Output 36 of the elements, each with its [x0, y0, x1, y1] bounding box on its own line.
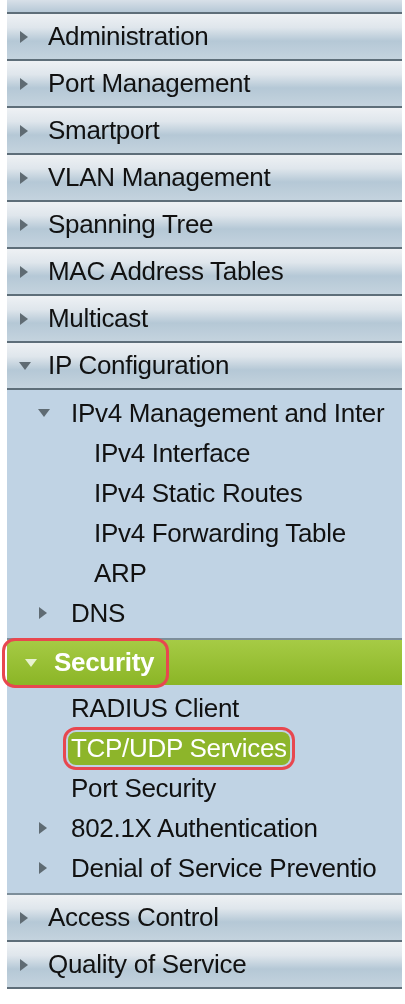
menu-item[interactable]: VLAN Management [7, 155, 402, 202]
menu-item[interactable]: Multicast [7, 296, 402, 343]
caret-right-icon [19, 30, 29, 43]
caret-right-icon [19, 77, 29, 90]
submenu-item[interactable]: IPv4 Forwarding Table [91, 516, 349, 550]
caret-right-icon [19, 958, 29, 971]
caret-right-icon [19, 265, 29, 278]
menu-item[interactable]: Access Control [7, 895, 402, 942]
menu-item[interactable]: Quality of Service [7, 942, 402, 989]
caret-right-icon [19, 218, 29, 231]
submenu-item[interactable]: Port Security [68, 771, 219, 805]
caret-down-icon [19, 360, 31, 371]
menu-item[interactable]: Smartport [7, 108, 402, 155]
menu-item[interactable]: Spanning Tree [7, 202, 402, 249]
menu-item[interactable]: IP Configuration [7, 343, 402, 390]
caret-right-icon [38, 822, 48, 834]
menu-item[interactable]: MAC Address Tables [7, 249, 402, 296]
menu-item[interactable]: Port Management [7, 61, 402, 108]
submenu-item[interactable]: IPv4 Management and Inter [68, 396, 388, 430]
caret-right-icon [38, 862, 48, 874]
menu-item[interactable]: Administration [7, 14, 402, 61]
caret-right-icon [38, 607, 48, 619]
caret-down-icon [38, 408, 50, 418]
caret-right-icon [19, 171, 29, 184]
caret-right-icon [19, 124, 29, 137]
submenu-item[interactable]: IPv4 Static Routes [91, 476, 306, 510]
caret-right-icon [19, 911, 29, 924]
submenu-item[interactable]: DNS [68, 596, 128, 630]
submenu-item[interactable]: IPv4 Interface [91, 436, 254, 470]
submenu-item[interactable]: ARP [91, 556, 150, 590]
submenu-item[interactable]: Denial of Service Preventio [68, 851, 380, 885]
caret-right-icon [19, 312, 29, 325]
submenu-item[interactable]: RADIUS Client [68, 691, 243, 725]
submenu-item[interactable]: 802.1X Authentication [68, 811, 321, 845]
caret-down-icon [25, 657, 37, 668]
highlight-outline: Security [7, 642, 165, 683]
